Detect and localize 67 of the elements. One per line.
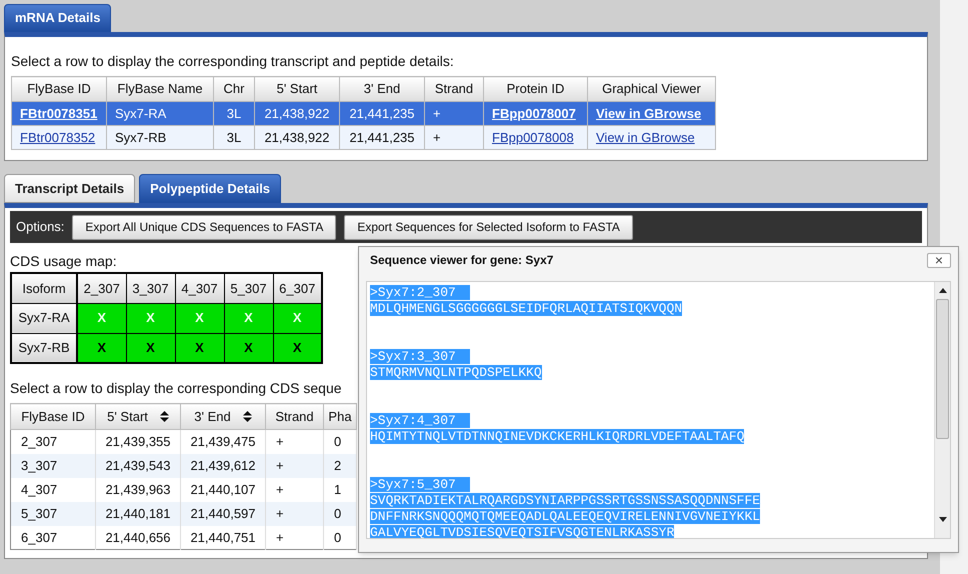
- table-cell: 21,441,235: [349, 130, 415, 145]
- scroll-thumb[interactable]: [936, 299, 949, 439]
- sequence-header: >Syx7:2_307: [370, 285, 470, 300]
- column-header: 5' Start: [254, 76, 340, 102]
- column-header: 6_307: [273, 273, 322, 303]
- sequence-header: >Syx7:3_307: [370, 349, 470, 364]
- tab[interactable]: mRNA Details: [4, 4, 112, 32]
- table-cell: 3L: [226, 130, 242, 145]
- scroll-up-icon[interactable]: [938, 288, 946, 293]
- usage-cell: X: [273, 303, 322, 333]
- column-header: 2_307: [77, 273, 126, 303]
- column-header: FlyBase Name: [106, 76, 214, 102]
- sequence-header: >Syx7:5_307: [370, 477, 470, 492]
- column-header: Isoform: [11, 273, 77, 303]
- table-cell: 21,441,235: [349, 106, 415, 121]
- table-row[interactable]: FBtr0078351 Syx7-RA 3L 21,438,922 21,441,235 + FBpp0078007 View in GBrowse: [12, 102, 716, 126]
- instruction-text: Select a row to display the corresponding CDS seque: [10, 379, 342, 398]
- table-cell: 3L: [226, 106, 242, 121]
- instruction-text: Select a row to display the corresponding transcript and peptide details:: [11, 52, 455, 71]
- column-header: 3' End: [340, 76, 424, 102]
- dialog-title: Sequence viewer for gene: Syx7: [369, 252, 554, 269]
- scrollbar[interactable]: [934, 282, 950, 538]
- sort-icon[interactable]: [242, 411, 252, 422]
- column-header: FlyBase ID: [21, 408, 85, 426]
- table-cell: Syx7-RB: [115, 130, 166, 145]
- scroll-down-icon[interactable]: [938, 517, 946, 522]
- column-header: Protein ID: [484, 76, 588, 102]
- column-header: Pha: [328, 408, 352, 426]
- table-cell: +: [266, 526, 324, 550]
- column-header: 4_307: [175, 273, 224, 303]
- sort-icon[interactable]: [160, 411, 169, 422]
- sequence-header: >Syx7:4_307: [370, 413, 470, 428]
- table-cell: 21,438,922: [264, 106, 330, 121]
- column-header: Strand: [275, 408, 314, 426]
- usage-cell: X: [175, 333, 224, 363]
- table-cell: 21,438,922: [264, 130, 330, 145]
- map-title: CDS usage map:: [10, 252, 117, 271]
- table-cell: +: [433, 106, 441, 121]
- column-header: Graphical Viewer: [588, 76, 716, 102]
- options-label: Options:: [16, 218, 64, 236]
- export-button[interactable]: Export All Unique CDS Sequences to FASTA: [72, 214, 336, 240]
- column-header: Strand: [424, 76, 484, 102]
- tab[interactable]: Polypeptide Details: [139, 174, 282, 203]
- export-button[interactable]: Export Sequences for Selected Isoform to FASTA: [344, 214, 633, 240]
- row-header: Syx7-RB: [11, 333, 77, 363]
- table-cell: 21,440,751: [180, 526, 266, 550]
- usage-cell: X: [224, 333, 273, 363]
- usage-cell: X: [175, 303, 224, 333]
- table-row[interactable]: FBtr0078352 Syx7-RB 3L 21,438,922 21,441,235 + FBpp0078008 View in GBrowse: [12, 126, 716, 150]
- table-cell: Syx7-RA: [115, 106, 166, 121]
- table-cell: 0: [324, 526, 356, 550]
- usage-cell: X: [224, 303, 273, 333]
- row-header: Syx7-RA: [11, 303, 77, 333]
- usage-cell: X: [273, 333, 322, 363]
- column-header: 5_307: [224, 273, 273, 303]
- column-header: 3_307: [126, 273, 175, 303]
- usage-cell: X: [77, 303, 126, 333]
- tab[interactable]: Transcript Details: [4, 174, 136, 203]
- usage-cell: X: [77, 333, 126, 363]
- column-header: Chr: [214, 76, 254, 102]
- table-cell: +: [433, 130, 441, 145]
- table-cell: 6_307: [10, 526, 96, 550]
- column-header: FlyBase ID: [12, 76, 106, 102]
- close-button[interactable]: ×: [927, 252, 951, 268]
- table-cell: 21,440,656: [96, 526, 180, 550]
- usage-cell: X: [126, 333, 175, 363]
- usage-cell: X: [126, 303, 175, 333]
